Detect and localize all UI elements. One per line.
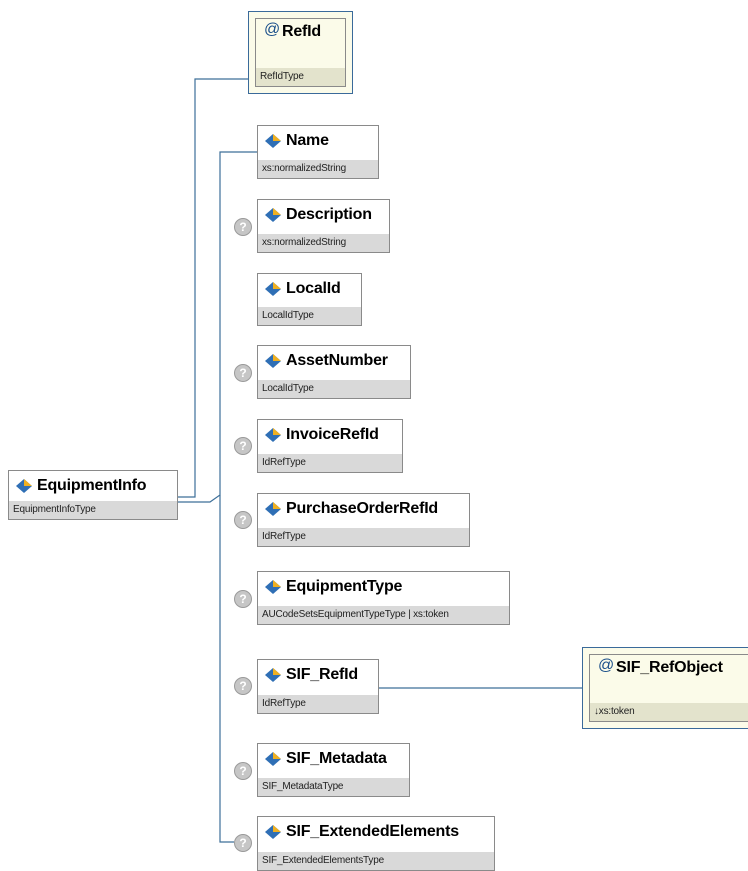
element-node-assetnumber[interactable]: AssetNumber LocalIdType xyxy=(257,345,411,399)
optional-marker-equipmenttype: ? xyxy=(234,590,252,608)
root-name: EquipmentInfo xyxy=(37,477,147,494)
element-name: AssetNumber xyxy=(286,352,388,369)
attribute-name: SIF_RefObject xyxy=(616,659,723,676)
element-name: InvoiceRefId xyxy=(286,426,379,443)
element-type: IdRefType xyxy=(258,695,378,713)
equipmentinfo-root-node[interactable]: EquipmentInfo EquipmentInfoType xyxy=(8,470,178,520)
element-type: LocalIdType xyxy=(258,307,361,325)
element-name: PurchaseOrderRefId xyxy=(286,500,439,517)
element-type: xs:normalizedString xyxy=(258,234,389,252)
sif-refobject-attribute-node[interactable]: @ SIF_RefObject ↓xs:token xyxy=(582,647,748,729)
optional-marker-sif-extendedelements: ? xyxy=(234,834,252,852)
attribute-type: RefIdType xyxy=(256,68,345,86)
attribute-icon: @ xyxy=(264,21,281,38)
attribute-name: RefId xyxy=(282,23,322,40)
refid-attribute-inner: @ RefId RefIdType xyxy=(255,18,346,87)
root-type: EquipmentInfoType xyxy=(9,501,177,519)
optional-marker-description: ? xyxy=(234,218,252,236)
optional-marker-sif-refid: ? xyxy=(234,677,252,695)
element-name: Name xyxy=(286,132,329,149)
optional-marker-assetnumber: ? xyxy=(234,364,252,382)
element-icon xyxy=(265,354,281,373)
element-type: SIF_MetadataType xyxy=(258,778,409,796)
element-name: LocalId xyxy=(286,280,341,297)
refid-attribute-node[interactable]: @ RefId RefIdType xyxy=(248,11,353,94)
element-icon xyxy=(265,282,281,301)
element-icon xyxy=(265,825,281,844)
element-icon xyxy=(265,208,281,227)
element-node-purchaseorderrefid[interactable]: PurchaseOrderRefId IdRefType xyxy=(257,493,470,547)
element-name: SIF_RefId xyxy=(286,666,358,683)
element-icon xyxy=(265,502,281,521)
element-icon xyxy=(265,428,281,447)
element-icon xyxy=(265,134,281,153)
element-name: Description xyxy=(286,206,372,223)
element-node-name[interactable]: Name xs:normalizedString xyxy=(257,125,379,179)
element-node-sif-metadata[interactable]: SIF_Metadata SIF_MetadataType xyxy=(257,743,410,797)
element-icon xyxy=(16,479,32,498)
element-icon xyxy=(265,668,281,687)
element-node-sif-extendedelements[interactable]: SIF_ExtendedElements SIF_ExtendedElement… xyxy=(257,816,495,871)
element-type: xs:normalizedString xyxy=(258,160,378,178)
element-type: SIF_ExtendedElementsType xyxy=(258,852,494,870)
attribute-type: ↓xs:token xyxy=(590,703,748,721)
element-node-equipmenttype[interactable]: EquipmentType AUCodeSetsEquipmentTypeTyp… xyxy=(257,571,510,625)
element-name: SIF_ExtendedElements xyxy=(286,823,459,840)
element-type: IdRefType xyxy=(258,528,469,546)
attribute-icon: @ xyxy=(598,657,615,674)
element-node-description[interactable]: Description xs:normalizedString xyxy=(257,199,390,253)
element-node-invoicerefid[interactable]: InvoiceRefId IdRefType xyxy=(257,419,403,473)
optional-marker-purchaseorderrefid: ? xyxy=(234,511,252,529)
element-node-localid[interactable]: LocalId LocalIdType xyxy=(257,273,362,326)
element-name: SIF_Metadata xyxy=(286,750,387,767)
optional-marker-sif-metadata: ? xyxy=(234,762,252,780)
sif-refobject-attribute-inner: @ SIF_RefObject ↓xs:token xyxy=(589,654,748,722)
element-type: AUCodeSetsEquipmentTypeType | xs:token xyxy=(258,606,509,624)
element-type: IdRefType xyxy=(258,454,402,472)
element-icon xyxy=(265,580,281,599)
element-name: EquipmentType xyxy=(286,578,403,595)
element-type: LocalIdType xyxy=(258,380,410,398)
element-node-sif-refid[interactable]: SIF_RefId IdRefType xyxy=(257,659,379,714)
element-icon xyxy=(265,752,281,771)
optional-marker-invoicerefid: ? xyxy=(234,437,252,455)
